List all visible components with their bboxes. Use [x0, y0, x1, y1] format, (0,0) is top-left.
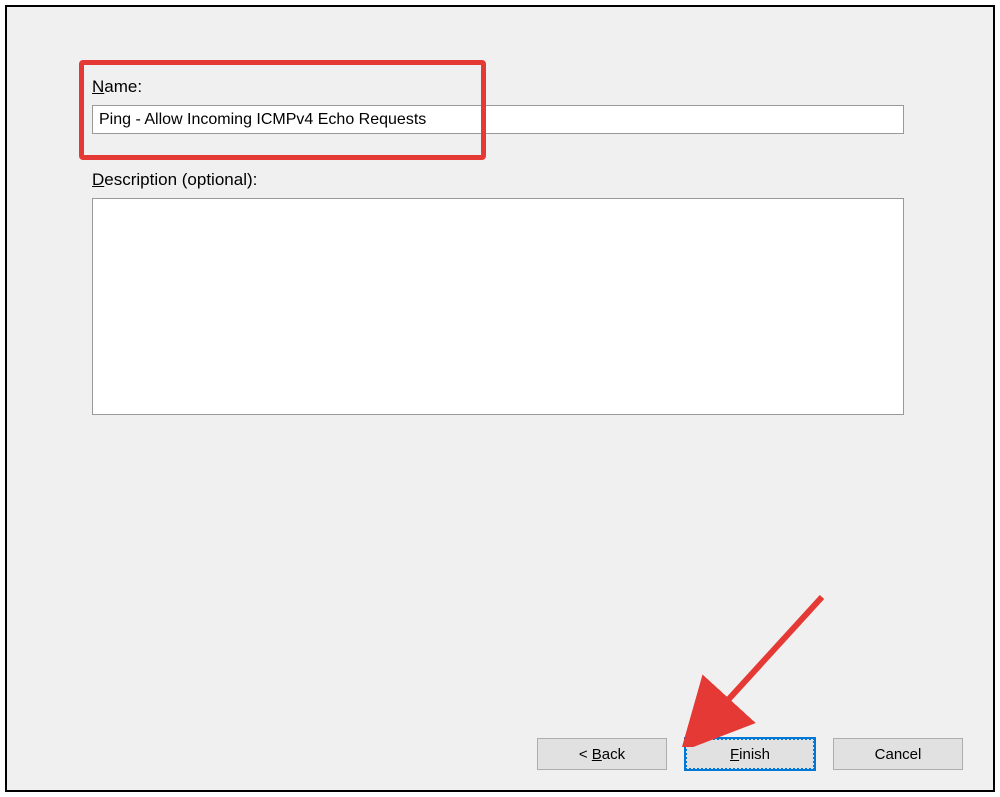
wizard-button-row: < Back Finish Cancel [7, 738, 993, 770]
cancel-button-text: Cancel [875, 746, 922, 763]
finish-button[interactable]: Finish [685, 738, 815, 770]
description-label-hotkey: D [92, 170, 104, 189]
name-input[interactable] [92, 105, 904, 134]
finish-button-hotkey: F [730, 746, 739, 763]
back-button[interactable]: < Back [537, 738, 667, 770]
finish-button-rest: inish [739, 746, 770, 763]
description-label-text: escription (optional): [104, 170, 257, 189]
name-label-text: ame: [104, 77, 142, 96]
back-button-rest: ack [602, 746, 625, 763]
dialog-frame: Name: Description (optional): < Back Fin… [5, 5, 995, 792]
name-label-hotkey: N [92, 77, 104, 96]
dialog-content: Name: Description (optional): < Back Fin… [7, 7, 993, 790]
description-label: Description (optional): [92, 170, 257, 190]
annotation-arrow-icon [677, 587, 837, 747]
name-label: Name: [92, 77, 142, 97]
back-button-prefix: < [579, 746, 592, 763]
back-button-hotkey: B [592, 746, 602, 763]
description-textarea[interactable] [92, 198, 904, 415]
cancel-button[interactable]: Cancel [833, 738, 963, 770]
